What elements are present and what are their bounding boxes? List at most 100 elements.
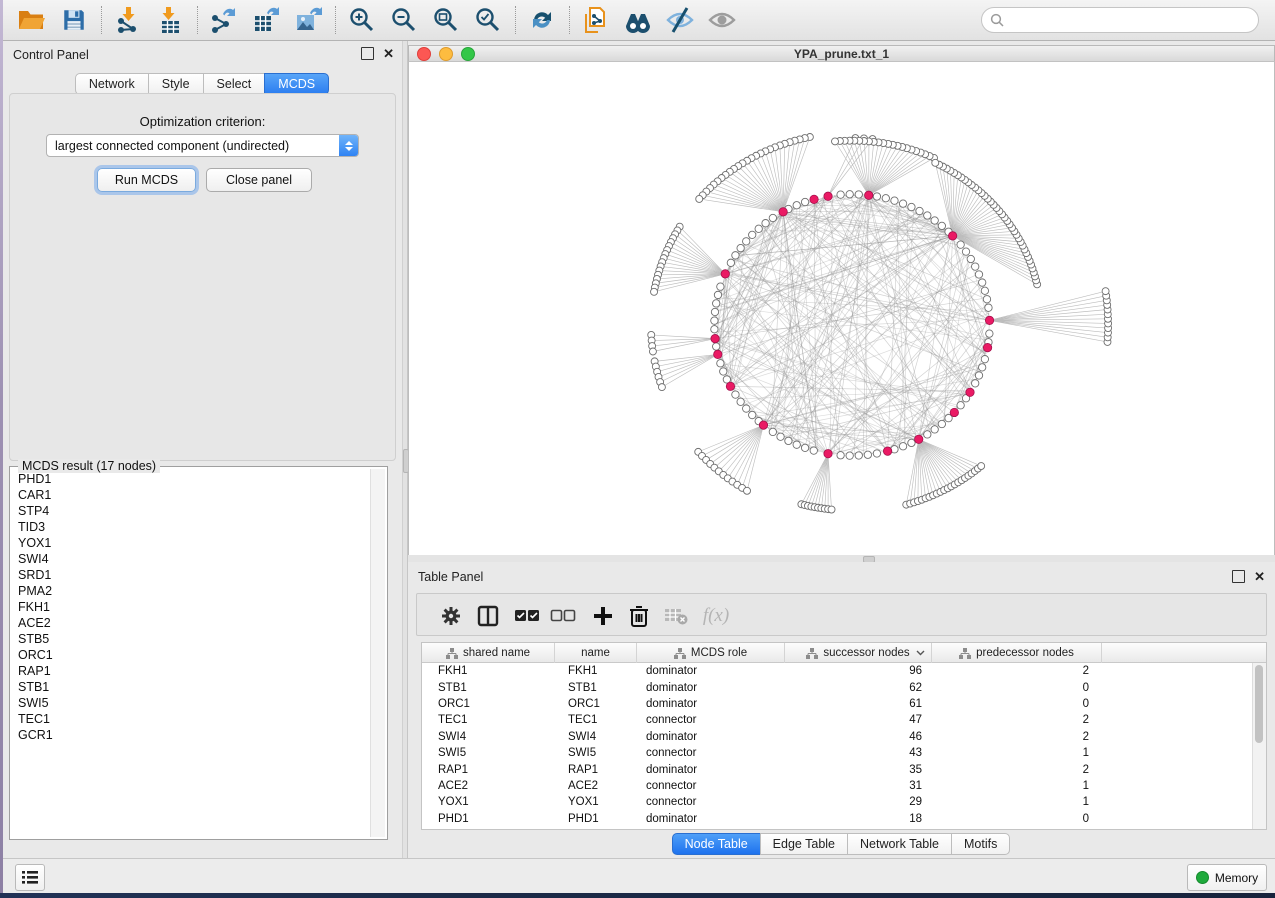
network-node[interactable] (957, 402, 964, 409)
column-header-mcds-role[interactable]: MCDS role (637, 643, 785, 663)
mcds-result-item[interactable]: ORC1 (12, 647, 370, 663)
network-node[interactable] (924, 212, 931, 219)
task-history-button[interactable] (15, 864, 45, 891)
table-row[interactable]: STB1STB1dominator620 (422, 679, 1266, 695)
network-node[interactable] (891, 197, 898, 204)
mcds-result-item[interactable]: STB5 (12, 631, 370, 647)
network-node[interactable] (712, 343, 719, 350)
column-header-name[interactable]: name (555, 643, 637, 663)
tab-select[interactable]: Select (203, 73, 266, 95)
network-node[interactable] (785, 437, 792, 444)
network-node[interactable] (873, 450, 880, 457)
table-row[interactable]: SWI4SWI4dominator462 (422, 729, 1266, 745)
column-visibility-icon[interactable] (474, 602, 502, 630)
mcds-node[interactable] (824, 192, 832, 200)
network-node[interactable] (732, 391, 739, 398)
network-node[interactable] (732, 252, 739, 259)
tab-node-table[interactable]: Node Table (672, 833, 761, 855)
mcds-node[interactable] (966, 388, 974, 396)
search-box[interactable] (981, 7, 1259, 33)
mcds-node[interactable] (721, 270, 729, 278)
network-node[interactable] (711, 317, 718, 324)
network-node[interactable] (971, 263, 978, 270)
network-node[interactable] (938, 420, 945, 427)
network-node[interactable] (855, 191, 862, 198)
network-node[interactable] (846, 452, 853, 459)
import-network-icon[interactable] (111, 4, 145, 36)
network-node[interactable] (899, 200, 906, 207)
network-node[interactable] (651, 288, 658, 295)
network-node[interactable] (714, 291, 721, 298)
show-all-icon[interactable] (705, 4, 739, 36)
mcds-result-item[interactable]: PMA2 (12, 583, 370, 599)
export-network-icon[interactable] (207, 4, 241, 36)
mcds-result-item[interactable]: SRD1 (12, 567, 370, 583)
network-node[interactable] (916, 207, 923, 214)
network-node[interactable] (957, 241, 964, 248)
network-node[interactable] (769, 214, 776, 221)
mcds-node[interactable] (779, 208, 787, 216)
close-panel-icon[interactable]: ✕ (383, 48, 394, 59)
network-node[interactable] (938, 222, 945, 229)
network-node[interactable] (793, 441, 800, 448)
network-node[interactable] (762, 220, 769, 227)
add-column-icon[interactable] (589, 602, 617, 630)
network-node[interactable] (793, 202, 800, 209)
network-node[interactable] (975, 372, 982, 379)
network-node[interactable] (711, 308, 718, 315)
network-node[interactable] (1102, 288, 1109, 295)
zoom-out-icon[interactable] (387, 4, 421, 36)
table-row[interactable]: YOX1YOX1connector291 (422, 794, 1266, 810)
deselect-all-icon[interactable] (549, 602, 577, 630)
zoom-fit-icon[interactable] (429, 4, 463, 36)
mcds-node[interactable] (883, 447, 891, 455)
mcds-node[interactable] (950, 408, 958, 416)
network-node[interactable] (981, 287, 988, 294)
mcds-node[interactable] (983, 343, 991, 351)
table-row[interactable]: ACE2ACE2connector311 (422, 778, 1266, 794)
network-node[interactable] (882, 195, 889, 202)
mcds-node[interactable] (726, 382, 734, 390)
table-row[interactable]: TEC1TEC1connector472 (422, 712, 1266, 728)
mcds-result-item[interactable]: GCR1 (12, 727, 370, 743)
network-node[interactable] (837, 452, 844, 459)
mcds-node[interactable] (714, 350, 722, 358)
network-node[interactable] (986, 330, 993, 337)
network-node[interactable] (717, 283, 724, 290)
tab-mcds[interactable]: MCDS (264, 73, 329, 95)
network-node[interactable] (978, 279, 985, 286)
tab-network[interactable]: Network (75, 73, 149, 95)
network-node[interactable] (749, 411, 756, 418)
save-session-icon[interactable] (57, 4, 91, 36)
scrollbar-thumb[interactable] (1255, 665, 1263, 743)
network-node[interactable] (983, 296, 990, 303)
table-row[interactable]: PHD1PHD1dominator180 (422, 811, 1266, 827)
search-input[interactable] (1009, 9, 1258, 31)
network-node[interactable] (899, 443, 906, 450)
network-node[interactable] (737, 244, 744, 251)
table-row[interactable]: FKH1FKH1dominator962 (422, 663, 1266, 679)
export-image-icon[interactable] (291, 4, 325, 36)
open-session-icon[interactable] (15, 4, 49, 36)
network-node[interactable] (769, 428, 776, 435)
table-row[interactable]: SWI5SWI5connector431 (422, 745, 1266, 761)
tab-edge-table[interactable]: Edge Table (760, 833, 848, 855)
network-node[interactable] (971, 380, 978, 387)
mcds-node[interactable] (711, 334, 719, 342)
network-node[interactable] (720, 368, 727, 375)
network-node[interactable] (837, 191, 844, 198)
column-header-predecessor-nodes[interactable]: predecessor nodes (932, 643, 1102, 663)
table-settings-icon[interactable] (437, 602, 465, 630)
close-panel-button[interactable]: Close panel (206, 168, 312, 192)
run-mcds-button[interactable]: Run MCDS (97, 168, 196, 192)
mcds-node[interactable] (759, 421, 767, 429)
mcds-result-item[interactable]: SWI5 (12, 695, 370, 711)
network-node[interactable] (832, 138, 839, 145)
mcds-result-item[interactable]: CAR1 (12, 487, 370, 503)
mcds-result-item[interactable]: STB1 (12, 679, 370, 695)
network-node[interactable] (649, 348, 656, 355)
network-node[interactable] (801, 198, 808, 205)
mcds-result-item[interactable]: SWI4 (12, 551, 370, 567)
mcds-node[interactable] (915, 435, 923, 443)
mcds-result-item[interactable]: YOX1 (12, 535, 370, 551)
